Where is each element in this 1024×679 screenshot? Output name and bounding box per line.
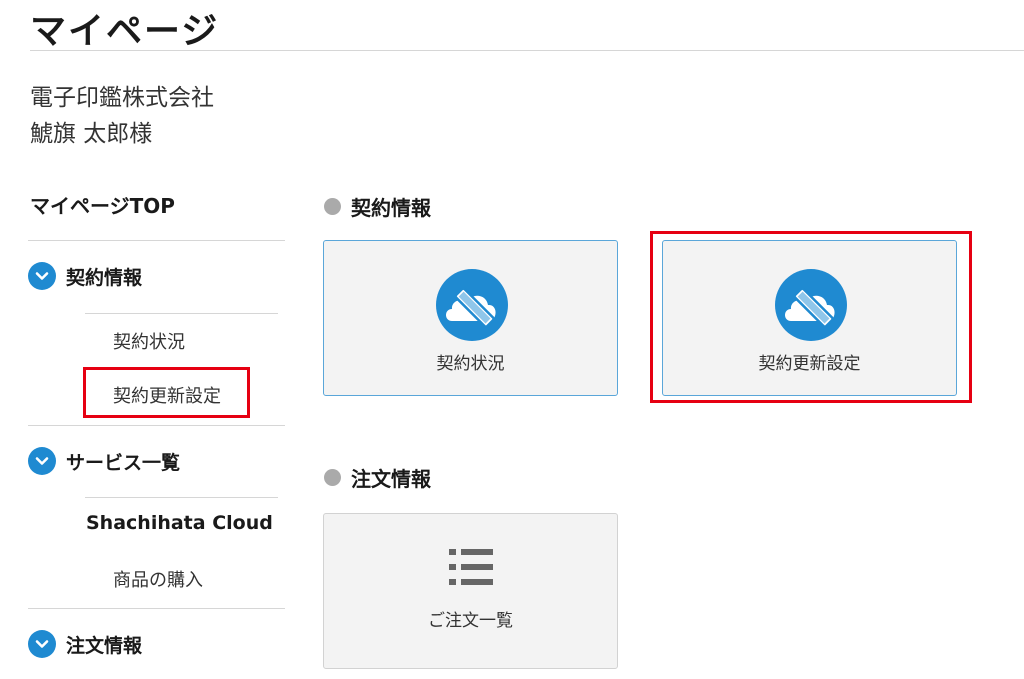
bullet-dot-icon — [324, 469, 341, 486]
card-label: 契約状況 — [436, 354, 505, 374]
card-label: ご注文一覧 — [428, 611, 513, 631]
highlight-box — [83, 367, 250, 418]
card-order-list[interactable]: ご注文一覧 — [323, 513, 618, 669]
company-name: 電子印鑑株式会社 — [30, 85, 214, 111]
sidebar-section-services[interactable]: サービス一覧 — [28, 447, 180, 475]
sidebar-section-label: 注文情報 — [66, 634, 143, 657]
sidebar-item-shachihata-cloud[interactable]: Shachihata Cloud — [86, 512, 273, 534]
sidebar-section-label: 契約情報 — [66, 266, 143, 289]
sidebar-item-mypage-top[interactable]: マイページTOP — [30, 190, 175, 219]
customer-info: 電子印鑑株式会社 鯱旗 太郎様 — [30, 80, 214, 152]
sidebar-section-label: サービス一覧 — [66, 451, 181, 474]
page-title: マイページ — [30, 11, 220, 52]
sidebar-divider — [85, 497, 278, 498]
list-icon — [449, 546, 495, 596]
bullet-dot-icon — [324, 198, 341, 215]
sidebar-item-purchase[interactable]: 商品の購入 — [113, 566, 203, 592]
card-contract-status[interactable]: 契約状況 — [323, 240, 618, 396]
section-title-orders: 注文情報 — [324, 463, 431, 492]
chevron-down-icon — [28, 262, 56, 290]
customer-name: 鯱旗 太郎様 — [30, 121, 153, 147]
sidebar-section-orders[interactable]: 注文情報 — [28, 630, 142, 658]
highlight-box — [650, 231, 972, 403]
sidebar-section-contract[interactable]: 契約情報 — [28, 262, 142, 290]
cloud-pen-icon — [436, 269, 508, 341]
section-title-label: 契約情報 — [351, 196, 431, 220]
sidebar-divider — [85, 313, 278, 314]
section-title-contract: 契約情報 — [324, 192, 431, 221]
sidebar-divider — [28, 608, 285, 609]
sidebar-divider — [28, 425, 285, 426]
chevron-down-icon — [28, 630, 56, 658]
chevron-down-icon — [28, 447, 56, 475]
section-title-label: 注文情報 — [351, 467, 431, 491]
title-divider — [30, 50, 1024, 51]
sidebar-item-contract-status[interactable]: 契約状況 — [113, 328, 185, 354]
sidebar-divider — [28, 240, 285, 241]
